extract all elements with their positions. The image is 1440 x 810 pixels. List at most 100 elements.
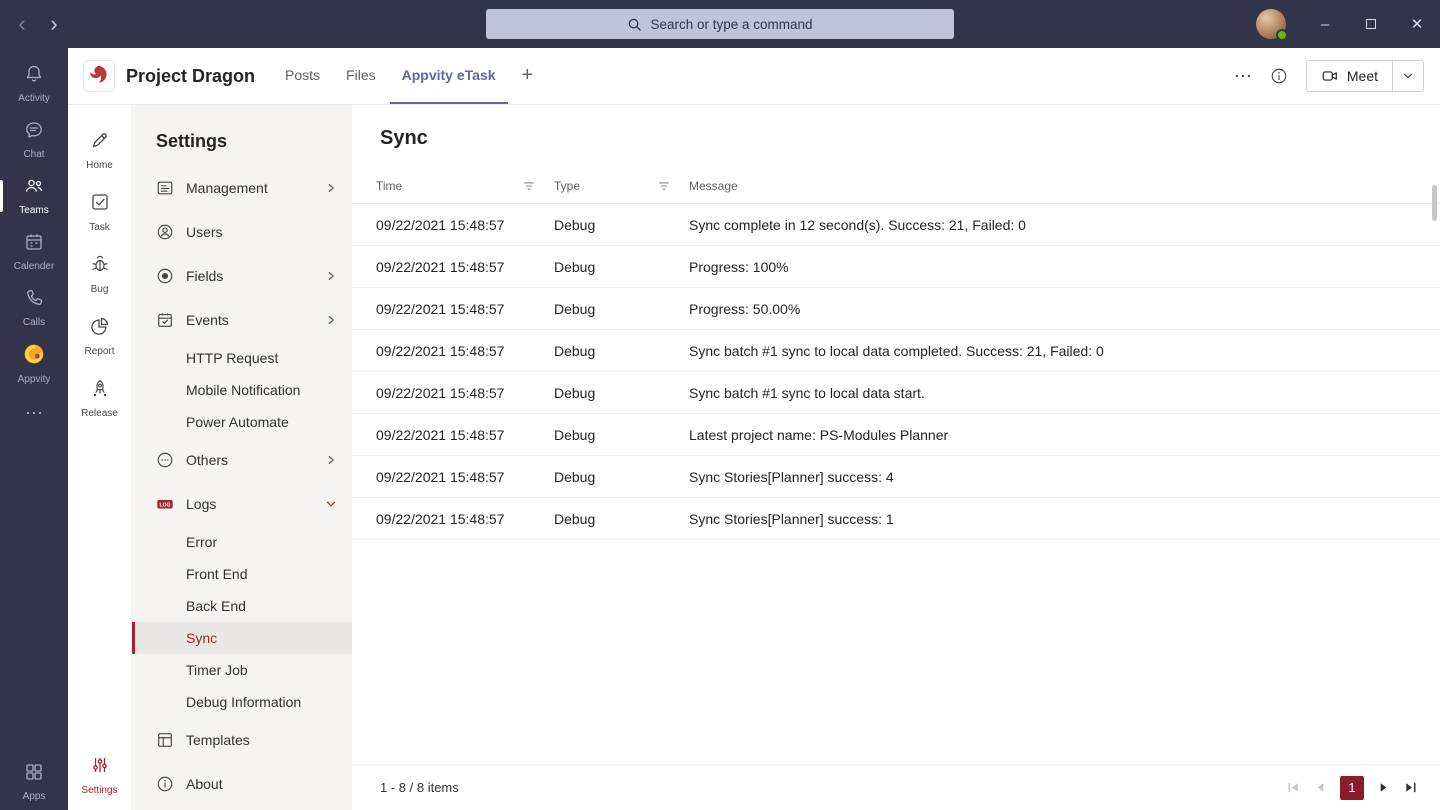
table-header-row: Time Type Message <box>352 168 1440 204</box>
settings-nav-management[interactable]: Management <box>132 166 352 210</box>
table-row[interactable]: 09/22/2021 15:48:57 Debug Sync complete … <box>352 204 1440 246</box>
cell-message: Latest project name: PS-Modules Planner <box>689 427 1430 443</box>
settings-nav-users[interactable]: Users <box>132 210 352 254</box>
settings-nav-others[interactable]: Others <box>132 438 352 482</box>
sidebar-item-task[interactable]: Task <box>68 181 131 243</box>
first-page-button[interactable] <box>1286 780 1301 795</box>
settings-nav-error[interactable]: Error <box>132 526 352 558</box>
column-header-type[interactable]: Type <box>554 179 689 193</box>
channel-info-button[interactable] <box>1270 67 1288 85</box>
maximize-button[interactable] <box>1348 0 1394 48</box>
meet-button-group: Meet <box>1306 60 1424 92</box>
settings-nav-http-request[interactable]: HTTP Request <box>132 342 352 374</box>
chevron-right-icon <box>324 313 338 327</box>
rail-item-activity[interactable]: Activity <box>0 56 68 112</box>
teams-app-rail: Activity Chat Teams Calender Calls Appvi… <box>0 48 68 810</box>
sidebar-label: Release <box>81 408 118 419</box>
rail-item-calls[interactable]: Calls <box>0 280 68 336</box>
presence-available-icon <box>1276 29 1288 41</box>
cell-message: Progress: 100% <box>689 259 1430 275</box>
cell-time: 09/22/2021 15:48:57 <box>376 259 554 275</box>
sidebar-label: Report <box>84 346 114 357</box>
cell-type: Debug <box>554 511 689 527</box>
table-row[interactable]: 09/22/2021 15:48:57 Debug Latest project… <box>352 414 1440 456</box>
cell-message: Progress: 50.00% <box>689 301 1430 317</box>
sidebar-item-bug[interactable]: Bug <box>68 243 131 305</box>
avatar[interactable] <box>1256 9 1286 39</box>
sidebar-item-release[interactable]: Release <box>68 367 131 429</box>
column-header-time[interactable]: Time <box>376 179 554 193</box>
settings-nav-about[interactable]: About <box>132 762 352 806</box>
filter-icon[interactable] <box>657 179 671 193</box>
cell-time: 09/22/2021 15:48:57 <box>376 301 554 317</box>
cell-type: Debug <box>554 301 689 317</box>
tab-files[interactable]: Files <box>334 48 388 104</box>
cell-type: Debug <box>554 469 689 485</box>
rail-label: Calls <box>23 317 45 328</box>
current-page-indicator[interactable]: 1 <box>1340 776 1364 800</box>
settings-nav-events[interactable]: Events <box>132 298 352 342</box>
tab-appvity-etask[interactable]: Appvity eTask <box>390 48 508 104</box>
settings-nav-mobile-notification[interactable]: Mobile Notification <box>132 374 352 406</box>
rail-label: Chat <box>23 149 44 160</box>
task-checkbox-icon <box>90 192 110 217</box>
others-ellipsis-icon <box>156 451 174 469</box>
items-count: 1 - 8 / 8 items <box>380 780 459 795</box>
rail-item-chat[interactable]: Chat <box>0 112 68 168</box>
more-options-button[interactable]: ⋯ <box>1234 67 1252 85</box>
minimize-button[interactable]: – <box>1302 0 1348 48</box>
settings-nav-debug-information[interactable]: Debug Information <box>132 686 352 718</box>
filter-icon[interactable] <box>522 179 536 193</box>
chevron-right-icon <box>324 269 338 283</box>
previous-page-button[interactable] <box>1313 780 1328 795</box>
cell-message: Sync Stories[Planner] success: 1 <box>689 511 1430 527</box>
sidebar-item-settings[interactable]: Settings <box>68 744 131 806</box>
settings-nav-timer-job[interactable]: Timer Job <box>132 654 352 686</box>
table-row[interactable]: 09/22/2021 15:48:57 Debug Progress: 100% <box>352 246 1440 288</box>
table-row[interactable]: 09/22/2021 15:48:57 Debug Sync Stories[P… <box>352 498 1440 540</box>
log-table: Time Type Message <box>352 168 1440 540</box>
apps-grid-icon <box>24 762 44 787</box>
nav-label: About <box>186 776 223 792</box>
settings-nav-back-end[interactable]: Back End <box>132 590 352 622</box>
add-tab-button[interactable]: + <box>510 48 546 104</box>
meet-button[interactable]: Meet <box>1307 61 1393 91</box>
rail-item-appvity[interactable]: Appvity <box>0 336 68 392</box>
settings-nav-templates[interactable]: Templates <box>132 718 352 762</box>
column-label: Message <box>689 179 738 193</box>
calendar-icon <box>24 232 44 257</box>
settings-nav-logs[interactable]: LOG Logs <box>132 482 352 526</box>
titlebar: ‹ › Search or type a command – ✕ <box>0 0 1440 48</box>
sidebar-spacer <box>68 429 131 744</box>
settings-nav-sync[interactable]: Sync <box>132 622 352 654</box>
scrollbar-thumb[interactable] <box>1432 185 1437 221</box>
last-page-button[interactable] <box>1403 780 1418 795</box>
column-header-message[interactable]: Message <box>689 179 1430 193</box>
rail-label: Activity <box>18 93 50 104</box>
activity-bell-icon <box>24 64 44 89</box>
sidebar-label: Home <box>86 160 113 171</box>
sidebar-item-report[interactable]: Report <box>68 305 131 367</box>
rail-item-calendar[interactable]: Calender <box>0 224 68 280</box>
meet-dropdown-button[interactable] <box>1393 61 1423 91</box>
chevron-right-icon <box>324 453 338 467</box>
table-row[interactable]: 09/22/2021 15:48:57 Debug Sync batch #1 … <box>352 372 1440 414</box>
table-row[interactable]: 09/22/2021 15:48:57 Debug Sync batch #1 … <box>352 330 1440 372</box>
close-button[interactable]: ✕ <box>1394 0 1440 48</box>
meet-button-label: Meet <box>1347 68 1378 84</box>
rail-label: Apps <box>23 791 46 802</box>
table-row[interactable]: 09/22/2021 15:48:57 Debug Progress: 50.0… <box>352 288 1440 330</box>
next-page-button[interactable] <box>1376 780 1391 795</box>
forward-icon[interactable]: › <box>46 13 62 35</box>
search-input[interactable]: Search or type a command <box>486 9 954 39</box>
rail-item-teams[interactable]: Teams <box>0 168 68 224</box>
rail-item-apps[interactable]: Apps <box>0 754 68 810</box>
settings-nav-front-end[interactable]: Front End <box>132 558 352 590</box>
back-icon[interactable]: ‹ <box>14 13 30 35</box>
sidebar-item-home[interactable]: Home <box>68 119 131 181</box>
tab-posts[interactable]: Posts <box>273 48 332 104</box>
table-row[interactable]: 09/22/2021 15:48:57 Debug Sync Stories[P… <box>352 456 1440 498</box>
settings-nav-fields[interactable]: Fields <box>132 254 352 298</box>
rail-more-button[interactable]: ⋯ <box>0 392 68 434</box>
settings-nav-power-automate[interactable]: Power Automate <box>132 406 352 438</box>
